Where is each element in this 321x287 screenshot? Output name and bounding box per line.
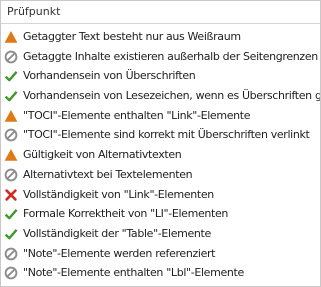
warning-triangle-icon bbox=[4, 30, 18, 44]
check-label: Gültigkeit von Alternativtexten bbox=[23, 148, 182, 162]
check-row[interactable]: "TOCI"-Elemente sind korrekt mit Übersch… bbox=[1, 125, 320, 145]
check-row[interactable]: Alternativtext bei Textelementen bbox=[1, 165, 320, 185]
check-row[interactable]: Vorhandensein von Lesezeichen, wenn es Ü… bbox=[1, 86, 320, 106]
check-label: Vollständigkeit der "Table"-Elemente bbox=[23, 226, 211, 240]
warning-triangle-icon bbox=[4, 109, 18, 123]
check-row[interactable]: "TOCI"-Elemente enthalten "Link"-Element… bbox=[1, 106, 320, 126]
check-label: "TOCI"-Elemente sind korrekt mit Übersch… bbox=[23, 128, 310, 142]
check-list: Getaggter Text besteht nur aus Weißraum G… bbox=[1, 24, 320, 283]
check-label: Vorhandensein von Überschriften bbox=[23, 69, 196, 83]
check-row[interactable]: "Note"-Elemente werden referenziert bbox=[1, 244, 320, 264]
check-row[interactable]: Vollständigkeit von "Link"-Elementen bbox=[1, 185, 320, 205]
check-label: Getaggter Text besteht nur aus Weißraum bbox=[23, 30, 241, 43]
check-row[interactable]: "Note"-Elemente enthalten "Lbl"-Elemente bbox=[1, 263, 320, 283]
check-label: "Note"-Elemente enthalten "Lbl"-Elemente bbox=[23, 266, 244, 280]
check-row[interactable]: Getaggte Inhalte existieren außerhalb de… bbox=[1, 47, 320, 67]
cross-icon bbox=[4, 188, 18, 202]
check-label: Formale Korrektheit von "LI"-Elementen bbox=[23, 207, 228, 221]
check-label: Alternativtext bei Textelementen bbox=[23, 167, 193, 181]
checkmark-icon bbox=[4, 227, 18, 241]
checkmark-icon bbox=[4, 69, 18, 83]
column-header-label: Prüfpunkt bbox=[7, 5, 61, 18]
skipped-circle-icon bbox=[4, 247, 18, 261]
column-header-pruefpunkt[interactable]: Prüfpunkt bbox=[1, 1, 320, 24]
check-results-panel: Prüfpunkt Getaggter Text besteht nur aus… bbox=[0, 0, 321, 287]
check-row[interactable]: Getaggter Text besteht nur aus Weißraum bbox=[1, 27, 320, 47]
check-label: Vollständigkeit von "Link"-Elementen bbox=[23, 187, 214, 201]
check-label: Vorhandensein von Lesezeichen, wenn es Ü… bbox=[23, 89, 320, 103]
checkmark-icon bbox=[4, 207, 18, 221]
skipped-circle-icon bbox=[4, 50, 18, 64]
check-label: "TOCI"-Elemente enthalten "Link"-Element… bbox=[23, 108, 251, 122]
skipped-circle-icon bbox=[4, 168, 18, 182]
check-row[interactable]: Gültigkeit von Alternativtexten bbox=[1, 145, 320, 165]
check-label: Getaggte Inhalte existieren außerhalb de… bbox=[23, 49, 318, 63]
check-row[interactable]: Vorhandensein von Überschriften bbox=[1, 66, 320, 86]
check-row[interactable]: Vollständigkeit der "Table"-Elemente bbox=[1, 224, 320, 244]
skipped-circle-icon bbox=[4, 128, 18, 142]
check-label: "Note"-Elemente werden referenziert bbox=[23, 246, 216, 260]
checkmark-icon bbox=[4, 89, 18, 103]
check-row[interactable]: Formale Korrektheit von "LI"-Elementen bbox=[1, 204, 320, 224]
warning-triangle-icon bbox=[4, 148, 18, 162]
skipped-circle-icon bbox=[4, 266, 18, 280]
